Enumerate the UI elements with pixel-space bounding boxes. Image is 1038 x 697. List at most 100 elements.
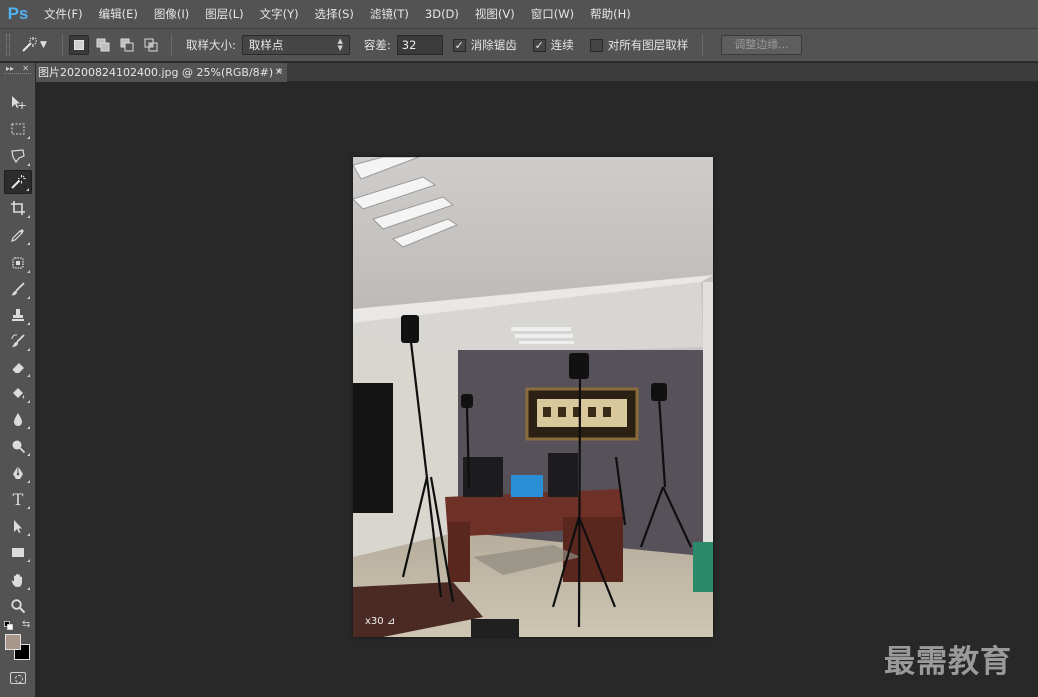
hand-tool[interactable] xyxy=(4,568,32,592)
marquee-tool[interactable] xyxy=(4,117,32,141)
options-bar-grip[interactable] xyxy=(6,34,10,56)
submenu-indicator xyxy=(27,270,30,273)
submenu-indicator xyxy=(27,533,30,536)
history-brush-tool[interactable] xyxy=(4,329,32,353)
blur-tool[interactable] xyxy=(4,407,32,431)
magic-wand-icon xyxy=(22,37,37,52)
rectangle-marquee-icon xyxy=(11,123,25,135)
zoom-tool[interactable] xyxy=(4,594,32,618)
crop-icon xyxy=(11,201,25,215)
subtract-from-selection-button[interactable] xyxy=(117,35,137,55)
rectangle-tool[interactable] xyxy=(4,540,32,564)
menu-filter[interactable]: 滤镜(T) xyxy=(362,0,417,28)
magnifier-icon xyxy=(11,599,26,614)
separator xyxy=(171,34,172,56)
path-selection-tool[interactable] xyxy=(4,514,32,538)
menu-3d[interactable]: 3D(D) xyxy=(417,0,467,28)
submenu-indicator xyxy=(27,215,30,218)
canvas-area[interactable]: x30 ⊿ xyxy=(37,83,1038,697)
sample-size-value: 取样点 xyxy=(248,38,284,52)
menu-edit[interactable]: 编辑(E) xyxy=(91,0,146,28)
eraser-tool[interactable] xyxy=(4,355,32,379)
submenu-indicator xyxy=(27,296,30,299)
add-to-selection-button[interactable] xyxy=(93,35,113,55)
new-selection-icon xyxy=(74,40,84,50)
menu-file[interactable]: 文件(F) xyxy=(36,0,91,28)
quick-mask-icon[interactable] xyxy=(10,672,26,684)
swap-colors-icon[interactable]: ⇆ xyxy=(22,619,30,630)
brush-tool[interactable] xyxy=(4,277,32,301)
move-tool[interactable] xyxy=(4,90,32,114)
magic-wand-tool[interactable] xyxy=(4,170,32,194)
sample-all-layers-checkbox[interactable]: 对所有图层取样 xyxy=(589,37,689,53)
checkmark-icon: ✓ xyxy=(532,38,546,52)
close-panel-icon[interactable]: ✕ xyxy=(22,64,29,73)
intersect-selection-icon xyxy=(144,38,158,52)
type-tool[interactable]: T xyxy=(4,487,32,511)
eyedropper-icon xyxy=(11,229,24,242)
watermark: 最需教育 xyxy=(884,644,1012,680)
paint-bucket-tool[interactable] xyxy=(4,381,32,405)
color-swatches: ⇆ xyxy=(0,619,36,684)
collapse-panel-icon[interactable]: ▸▸ xyxy=(6,64,14,73)
menu-window[interactable]: 窗口(W) xyxy=(523,0,582,28)
bandage-icon xyxy=(12,257,24,269)
antialias-checkbox[interactable]: ✓ 消除锯齿 xyxy=(452,37,517,53)
checkbox-empty-icon xyxy=(589,38,603,52)
document-tab-strip: 图片20200824102400.jpg @ 25%(RGB/8#) * ✕ xyxy=(36,63,1038,82)
pen-icon xyxy=(13,466,23,479)
rectangle-shape-icon xyxy=(12,548,24,557)
paint-bucket-icon xyxy=(13,388,25,399)
document-image[interactable]: x30 ⊿ xyxy=(353,157,713,637)
document-tab-title: 图片20200824102400.jpg @ 25%(RGB/8#) * xyxy=(38,66,283,79)
menu-bar: Ps 文件(F) 编辑(E) 图像(I) 图层(L) 文字(Y) 选择(S) 滤… xyxy=(0,0,1038,28)
checkmark-icon: ✓ xyxy=(452,38,466,52)
healing-brush-tool[interactable] xyxy=(4,251,32,275)
menu-image[interactable]: 图像(I) xyxy=(146,0,197,28)
sample-all-layers-label: 对所有图层取样 xyxy=(607,38,689,52)
path-selection-icon xyxy=(14,520,22,533)
refine-edge-button[interactable]: 调整边缘... xyxy=(721,35,802,55)
new-selection-button[interactable] xyxy=(69,35,89,55)
tolerance-input[interactable]: 32 xyxy=(396,35,443,55)
polygonal-lasso-icon xyxy=(11,149,25,164)
contiguous-label: 连续 xyxy=(550,38,574,52)
pen-tool[interactable] xyxy=(4,461,32,485)
type-icon: T xyxy=(12,489,24,509)
separator xyxy=(62,34,63,56)
contiguous-checkbox[interactable]: ✓ 连续 xyxy=(532,37,574,53)
submenu-indicator xyxy=(27,136,30,139)
history-brush-icon xyxy=(11,334,25,347)
clone-stamp-tool[interactable] xyxy=(4,303,32,327)
sample-size-select[interactable]: 取样点 ▲ ▼ xyxy=(241,35,350,55)
updown-arrows-icon: ▲ ▼ xyxy=(337,37,343,52)
menu-type[interactable]: 文字(Y) xyxy=(252,0,307,28)
submenu-indicator xyxy=(27,559,30,562)
eyedropper-tool[interactable] xyxy=(4,223,32,247)
crop-tool[interactable] xyxy=(4,196,32,220)
chevron-down-icon: ▼ xyxy=(40,40,47,50)
submenu-indicator xyxy=(27,163,30,166)
tolerance-label: 容差: xyxy=(363,38,391,52)
default-colors-icon[interactable] xyxy=(4,621,13,630)
submenu-indicator xyxy=(27,453,30,456)
menu-layer[interactable]: 图层(L) xyxy=(197,0,251,28)
menu-select[interactable]: 选择(S) xyxy=(307,0,362,28)
hand-icon xyxy=(11,574,22,587)
document-tab[interactable]: 图片20200824102400.jpg @ 25%(RGB/8#) * xyxy=(36,63,287,82)
menu-view[interactable]: 视图(V) xyxy=(467,0,523,28)
menu-help[interactable]: 帮助(H) xyxy=(582,0,639,28)
tool-preset-picker[interactable]: ▼ xyxy=(20,33,56,57)
tools-panel-header: ▸▸ ✕ xyxy=(0,63,35,73)
office-photo xyxy=(353,157,713,637)
close-tab-icon[interactable]: ✕ xyxy=(272,63,286,82)
move-icon xyxy=(12,96,26,109)
tools-panel: ▸▸ ✕ T ⇆ xyxy=(0,63,36,697)
lasso-tool[interactable] xyxy=(4,144,32,168)
tools-panel-grip[interactable] xyxy=(4,73,31,79)
dodge-tool[interactable] xyxy=(4,434,32,458)
submenu-indicator xyxy=(27,322,30,325)
eraser-icon xyxy=(11,363,24,374)
intersect-selection-button[interactable] xyxy=(141,35,161,55)
foreground-color-swatch[interactable] xyxy=(5,634,21,650)
